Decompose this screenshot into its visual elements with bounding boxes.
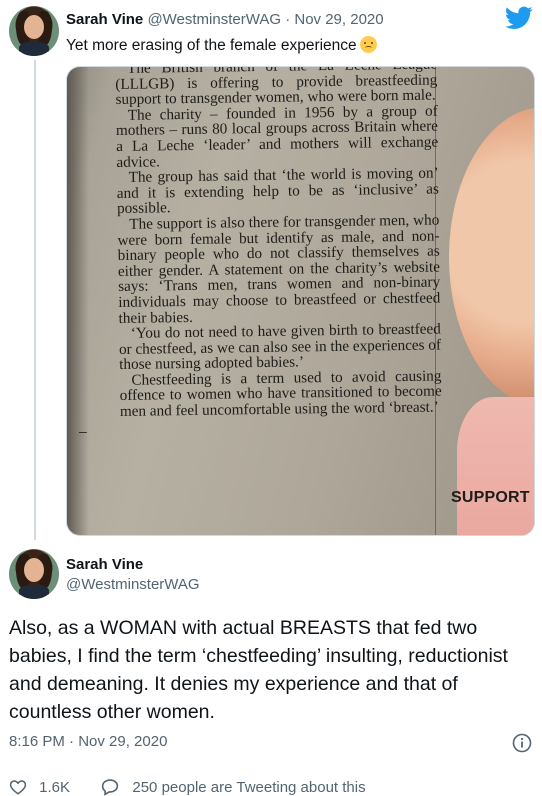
thread-connector-line xyxy=(34,60,36,540)
tweet-text: Yet more erasing of the female experienc… xyxy=(66,36,377,55)
article-paragraph: Chestfeeding is a term used to avoid cau… xyxy=(119,367,442,421)
baby-photo-region xyxy=(449,107,534,407)
margin-mark: – xyxy=(79,423,87,439)
disappointed-face-icon xyxy=(359,36,377,53)
support-headline: SUPPORT xyxy=(451,489,530,506)
newspaper-article: The British branch of the La Leche Leagu… xyxy=(115,66,444,535)
tweet-body: Yet more erasing of the female experienc… xyxy=(66,37,357,54)
conversation-link[interactable]: 250 people are Tweeting about this xyxy=(132,779,365,796)
tweet-header: Sarah Vine @WestminsterWAG · Nov 29, 202… xyxy=(66,11,384,28)
pink-blanket-region xyxy=(457,397,534,535)
like-count[interactable]: 1.6K xyxy=(39,779,70,796)
article-paragraph: The charity – founded in 1956 by a group… xyxy=(115,102,439,171)
reply-timestamp[interactable]: 8:16 PM · Nov 29, 2020 xyxy=(9,733,167,750)
reply-text: Also, as a WOMAN with actual BREASTS tha… xyxy=(9,617,508,723)
tweet-date[interactable]: Nov 29, 2020 xyxy=(294,11,383,28)
avatar[interactable] xyxy=(9,6,59,56)
reply-avatar[interactable] xyxy=(9,549,59,599)
reply-author-name[interactable]: Sarah Vine xyxy=(66,556,143,573)
author-handle[interactable]: @WestminsterWAG xyxy=(147,11,281,28)
article-paragraph: The group has said that ‘the world is mo… xyxy=(116,164,439,218)
article-paragraph: The British branch of the La Leche Leagu… xyxy=(115,66,438,109)
speech-bubble-icon[interactable] xyxy=(100,778,120,796)
article-paragraph: ‘You do not need to have given birth to … xyxy=(118,320,442,374)
heart-icon[interactable] xyxy=(9,778,27,796)
separator: · xyxy=(285,11,291,28)
twitter-bird-icon[interactable] xyxy=(505,6,533,30)
tweet-photo[interactable]: – The British branch of the La Leche Lea… xyxy=(66,66,535,536)
author-name[interactable]: Sarah Vine xyxy=(66,11,143,28)
article-paragraph: The support is also there for transgende… xyxy=(117,211,441,327)
engagement-bar: 1.6K 250 people are Tweeting about this xyxy=(9,778,366,796)
reply-author-handle[interactable]: @WestminsterWAG xyxy=(66,576,200,593)
info-icon[interactable] xyxy=(512,733,532,753)
page-shadow xyxy=(67,67,89,535)
